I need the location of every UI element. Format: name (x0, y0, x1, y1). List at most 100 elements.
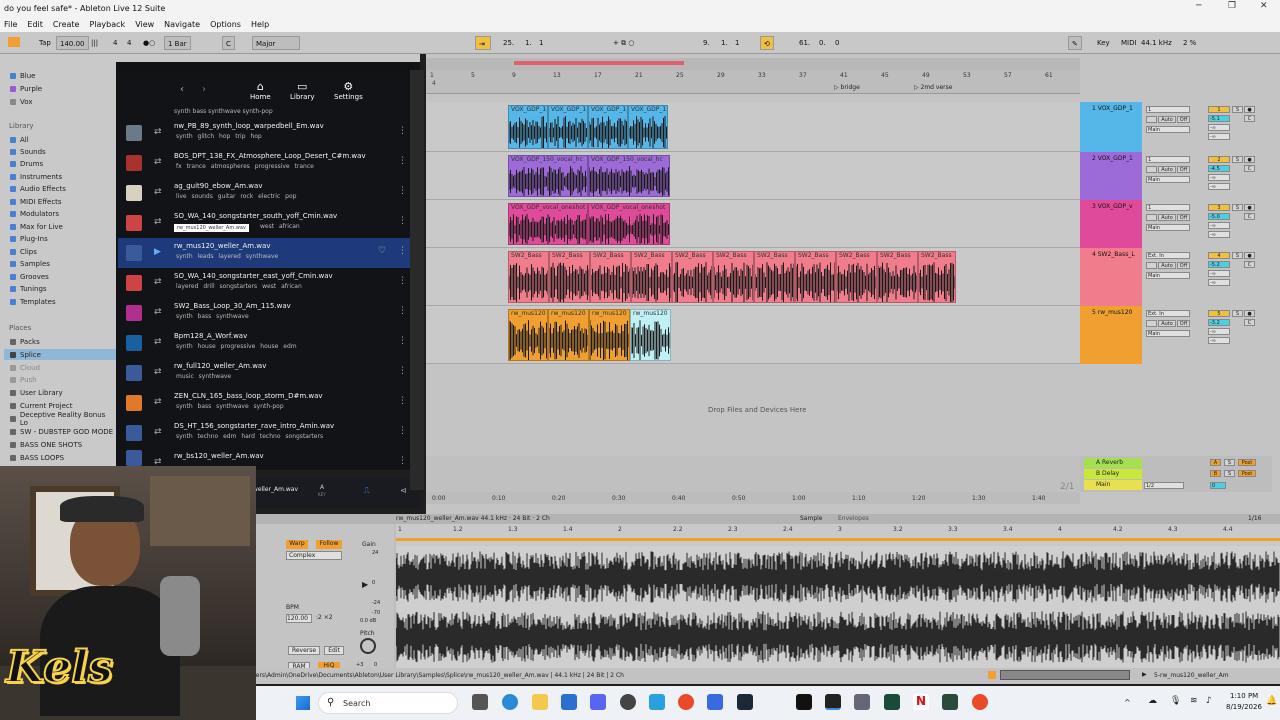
audio-clip[interactable]: VOX_GDP_1 (508, 105, 548, 149)
more-icon[interactable]: ⋮ (398, 456, 407, 466)
ableton-active-icon[interactable] (825, 694, 841, 710)
library-item-tunings[interactable]: Tunings (10, 283, 114, 294)
menu-file[interactable]: File (4, 20, 17, 29)
library-item-max-for-live[interactable]: Max for Live (10, 221, 114, 232)
forward-icon[interactable]: › (202, 84, 206, 95)
bell-icon[interactable]: 🔔 (1266, 696, 1277, 706)
minimize-icon[interactable]: ─ (1196, 1, 1201, 11)
return-a-header[interactable]: A Reverb (1084, 458, 1142, 468)
more-icon[interactable]: ⋮ (398, 216, 407, 226)
library-item-clips[interactable]: Clips (10, 246, 114, 257)
follow-button[interactable]: Follow (316, 540, 342, 549)
color-tag-purple[interactable]: Purple (10, 83, 114, 94)
audio-clip[interactable]: rw_mus120 (589, 309, 630, 361)
file-explorer-icon[interactable] (532, 694, 548, 710)
library-item-samples[interactable]: Samples (10, 258, 114, 269)
return-a-activator[interactable]: A (1210, 459, 1221, 466)
library-nav[interactable]: ▭ Library (290, 80, 314, 101)
audio-clip[interactable]: SW2_Bass (631, 251, 672, 303)
volume-field[interactable]: -5.1 (1208, 115, 1230, 122)
library-item-modulators[interactable]: Modulators (10, 208, 114, 219)
monitor-in-button[interactable] (1146, 166, 1157, 173)
return-b-activator[interactable]: B (1210, 470, 1221, 477)
arm-button[interactable]: ● (1244, 310, 1255, 317)
monitor-off-button[interactable]: Off (1177, 166, 1190, 173)
input-type-select[interactable]: 1 (1146, 204, 1190, 211)
pan-center-button[interactable]: C (1244, 261, 1255, 268)
more-icon[interactable]: ⋮ (398, 246, 407, 256)
solo-button[interactable]: S (1232, 310, 1243, 317)
audio-clip[interactable]: SW2_Bass (795, 251, 836, 303)
volume-field[interactable]: -3.2 (1208, 319, 1230, 326)
audio-clip[interactable]: rw_mus120 (630, 309, 671, 361)
input-type-select[interactable]: Ext. In (1146, 252, 1190, 259)
more-icon[interactable]: ⋮ (398, 396, 407, 406)
more-icon[interactable]: ⋮ (398, 126, 407, 136)
sample-row[interactable]: ⇄ Bpm128_A_Worf.wav synth house progressiv… (118, 328, 414, 358)
menu-options[interactable]: Options (210, 20, 241, 29)
sample-waveform-area[interactable] (395, 546, 1280, 668)
reverse-button[interactable]: Reverse (288, 646, 320, 655)
store-icon[interactable] (561, 694, 577, 710)
audio-clip[interactable]: VOX_GDP_150_vocal_hc (508, 155, 588, 197)
task-view-icon[interactable] (472, 694, 488, 710)
solo-button[interactable]: S (1232, 204, 1243, 211)
position-sixteenth[interactable]: 1 (536, 36, 546, 50)
time-sig-num[interactable]: 4 (110, 36, 120, 50)
solo-button[interactable]: S (1232, 252, 1243, 259)
track-header[interactable]: 1 VOX_GDP_1 (1080, 102, 1142, 152)
audio-clip[interactable]: rw_mus120 (508, 309, 548, 361)
arm-button[interactable]: ● (1244, 106, 1255, 113)
places-item-packs[interactable]: Packs (10, 336, 114, 347)
app-icon[interactable] (884, 694, 900, 710)
places-item-bass-one-shots[interactable]: BASS ONE SHOTS (10, 439, 114, 450)
windows-start-icon[interactable] (296, 696, 310, 710)
library-item-plug-ins[interactable]: Plug-Ins (10, 233, 114, 244)
places-item-splice[interactable]: Splice (4, 349, 116, 360)
track-activator[interactable]: 4 (1208, 252, 1230, 259)
track-activator[interactable]: 5 (1208, 310, 1230, 317)
main-header[interactable]: Main (1084, 480, 1142, 490)
volume-icon[interactable]: ♪ (1206, 696, 1212, 706)
send-b-field[interactable]: -∞ (1208, 183, 1230, 190)
solo-button[interactable]: S (1232, 106, 1243, 113)
volume-field[interactable]: -4.5 (1208, 165, 1230, 172)
loop-start-sixteenth[interactable]: 1 (732, 36, 742, 50)
key-select[interactable]: C (222, 36, 235, 50)
close-icon[interactable]: ✕ (1260, 1, 1268, 11)
time-sig-den[interactable]: 4 (124, 36, 134, 50)
play-icon[interactable]: ▶ (154, 247, 161, 257)
discord-icon[interactable] (590, 694, 606, 710)
tap-button[interactable]: Tap (36, 36, 54, 50)
library-item-sounds[interactable]: Sounds (10, 146, 114, 157)
tab-sample[interactable]: Sample (800, 515, 823, 522)
sample-row[interactable]: ⇄ DS_HT_156_songstarter_rave_intro_Amin.w… (118, 418, 414, 448)
monitor-in-button[interactable] (1146, 262, 1157, 269)
return-b-solo[interactable]: S (1224, 470, 1235, 477)
menu-view[interactable]: View (135, 20, 154, 29)
track-header[interactable]: 3 VOX_GDP_v (1080, 200, 1142, 248)
send-b-field[interactable]: -∞ (1208, 279, 1230, 286)
maximize-icon[interactable]: ❐ (1228, 1, 1236, 11)
track-header[interactable]: 4 SW2_Bass_L (1080, 248, 1142, 306)
output-select[interactable]: Main (1146, 272, 1190, 279)
tab-envelopes[interactable]: Envelopes (838, 515, 869, 522)
sample-row[interactable]: ⇄ rw_full120_weller_Am.wav music synthwave… (118, 358, 414, 388)
loop-brace[interactable] (396, 538, 1280, 541)
home-nav[interactable]: ⌂ Home (250, 80, 271, 101)
loop-length-sixteenth[interactable]: 0 (832, 36, 842, 50)
menu-playback[interactable]: Playback (89, 20, 125, 29)
arm-button[interactable]: ● (1244, 252, 1255, 259)
grid-icon[interactable] (8, 37, 20, 47)
arm-button[interactable]: ● (1244, 156, 1255, 163)
detail-ruler[interactable]: 1 1.2 1.3 1.4 2 2.2 2.3 2.4 3 3.2 3.3 3.4 4 4.2 4.3 4.4 (396, 524, 1280, 546)
sample-row[interactable]: ⇄ ZEN_CLN_165_bass_loop_storm_D#m.wav synt… (118, 388, 414, 418)
drop-zone[interactable]: Drop Files and Devices Here (426, 364, 1080, 456)
overview-strip[interactable] (426, 58, 1080, 70)
quantize-select[interactable]: 1 Bar (164, 36, 191, 50)
volume-field[interactable]: -5.2 (1208, 261, 1230, 268)
sample-row[interactable]: ⇄ ag_guit90_ebow_Am.wav live sounds guitar… (118, 178, 414, 208)
monitor-off-button[interactable]: Off (1177, 320, 1190, 327)
wifi-icon[interactable]: ≋ (1190, 696, 1198, 706)
audio-clip[interactable]: VOX_GDP_1 (548, 105, 588, 149)
